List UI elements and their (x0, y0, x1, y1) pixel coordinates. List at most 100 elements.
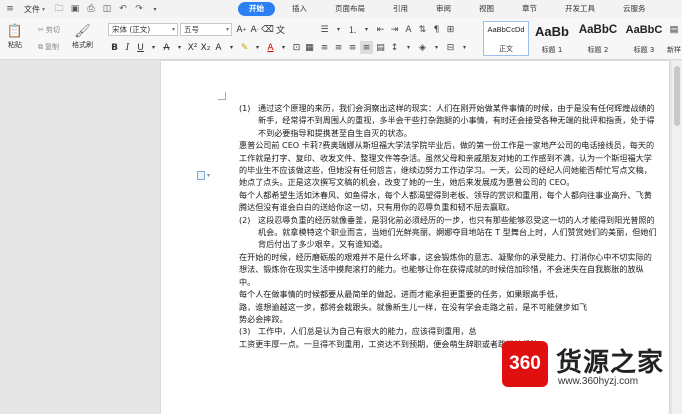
cut-button[interactable]: ✂ 剪切 (38, 25, 60, 35)
clear-format-icon[interactable]: ⌫ (261, 23, 274, 36)
ribbon: 📋 粘贴 ✂ 剪切 ⧉ 复制 🖌 格式刷 宋体 (正文) ▾ 五号 ▾ A + A- … (0, 18, 682, 60)
chevron-down-icon[interactable]: ▾ (402, 41, 415, 54)
paragraph: 惠普公司前 CEO 卡莉?费奥瑞娜从斯坦福大学法学院毕业后，做的第一份工作是一家… (239, 140, 655, 188)
font-color-icon[interactable]: A (264, 41, 277, 54)
style-heading-3[interactable]: AaBbC 标题 3 (621, 21, 667, 56)
line-spacing-icon[interactable]: ↕ (388, 41, 401, 54)
align-left-icon[interactable]: ≡ (318, 41, 331, 54)
chevron-down-icon[interactable]: ▾ (147, 41, 160, 54)
align-justify-icon[interactable]: ≡ (360, 41, 373, 54)
phonetic-icon[interactable]: 文 (274, 23, 287, 36)
bold-icon[interactable]: B (108, 41, 121, 54)
numbered-list-icon[interactable]: ⒈ (346, 23, 359, 36)
font-size-select[interactable]: 五号 ▾ (180, 23, 232, 36)
char-border-icon[interactable]: ⊡ (290, 41, 303, 54)
chevron-down-icon[interactable]: ▾ (277, 41, 290, 54)
borders-icon[interactable]: ⊟ (444, 41, 457, 54)
style-new[interactable]: ▤ 新样 (667, 21, 681, 56)
grow-font-icon[interactable]: A + (235, 23, 248, 36)
margin-marker (218, 92, 226, 100)
paste-icon: 📋 (6, 23, 24, 39)
subscript-icon[interactable]: X₂ (199, 41, 212, 54)
tab-insert[interactable]: 插入 (281, 2, 318, 16)
menu-icon[interactable]: ≡ (4, 3, 16, 15)
chevron-down-icon[interactable]: ▾ (149, 3, 161, 15)
quick-access: ≡ 文件 ▾ 🗀 ▣ ⎙ ◫ ↶ ↷ ▾ (0, 3, 161, 15)
style-preview: AaBb (535, 24, 569, 39)
paragraph: 路，谁想逾越这一步，都将会栽跟头。就像新生儿一样，在没有学会走路之前，是不可能健… (239, 301, 588, 312)
paste-button[interactable]: 📋 粘贴 (6, 22, 24, 50)
print-icon[interactable]: ⎙ (85, 3, 97, 15)
distributed-icon[interactable]: ▤ (374, 41, 387, 54)
format-painter-button[interactable]: 🖌 格式刷 (72, 22, 93, 50)
watermark-url: www.360hyzj.com (558, 376, 639, 387)
chevron-down-icon[interactable]: ▾ (251, 41, 264, 54)
format-painter-label: 格式刷 (72, 41, 93, 49)
tab-developer[interactable]: 开发工具 (554, 2, 606, 16)
chevron-down-icon[interactable]: ▾ (458, 41, 471, 54)
style-preview: ▤ (669, 24, 679, 34)
decrease-indent-icon[interactable]: ⇤ (374, 23, 387, 36)
highlight-icon[interactable]: ✎ (238, 41, 251, 54)
superscript-icon[interactable]: X² (186, 41, 199, 54)
strikethrough-icon[interactable]: A (160, 41, 173, 54)
align-right-icon[interactable]: ≡ (346, 41, 359, 54)
style-gallery: AaBbCcDd 正文 AaBb 标题 1 AaBbC 标题 2 AaBbC 标… (483, 21, 681, 56)
shrink-font-icon[interactable]: A- (248, 23, 261, 36)
paragraph: 在开始的时候，经历磨砺般的艰难并不是什么坏事，这会锻炼你的意志、凝聚你的承受能力… (239, 251, 652, 287)
scissors-icon: ✂ (38, 26, 44, 34)
style-name: 新样 (667, 46, 681, 54)
tab-cloud[interactable]: 云服务 (612, 2, 657, 16)
tab-view[interactable]: 视图 (468, 2, 505, 16)
list-item: (2) 这段忍辱负重的经历就像垂釜，是羽化前必须经历的一步，也只有那些能够忍受这… (239, 214, 659, 251)
tab-page-layout[interactable]: 页面布局 (324, 2, 376, 16)
font-format-row: B I U ▾ A ▾ X² X₂ A ▾ ✎ ▾ A ▾ ⊡ ▦ (108, 41, 316, 54)
cut-label: 剪切 (45, 26, 60, 34)
chevron-down-icon[interactable]: ▾ (225, 41, 238, 54)
paragraph: 每个人都希望生活如沐春风、如鱼得水，每个人都渴望得到老板、领导的赏识和重用，每个… (239, 189, 652, 213)
paragraph: 每个人在做事情的时候都要从最简单的做起，进而才能承担更重要的任务，如果眼高手低， (239, 289, 563, 300)
style-normal[interactable]: AaBbCcDd 正文 (483, 21, 529, 56)
bullet-list-icon[interactable]: ☰ (318, 23, 331, 36)
style-heading-1[interactable]: AaBb 标题 1 (529, 21, 575, 56)
open-icon[interactable]: 🗀 (53, 3, 65, 15)
paragraph-text: 通过这个原理的来历，我们会洞察出这样的现实：人们在刚开始做某件事情的时候，由于是… (258, 103, 655, 138)
underline-icon[interactable]: U (134, 41, 147, 54)
shading-icon[interactable]: ◈ (416, 41, 429, 54)
chevron-down-icon[interactable]: ▾ (430, 41, 443, 54)
sort-icon[interactable]: ⇅ (416, 23, 429, 36)
chevron-down-icon[interactable]: ▾ (207, 172, 210, 179)
font-name-select[interactable]: 宋体 (正文) ▾ (108, 23, 178, 36)
tab-references[interactable]: 引用 (382, 2, 419, 16)
font-size-value: 五号 (184, 25, 199, 34)
document-body[interactable]: (1) 通过这个原理的来历，我们会洞察出这样的现实：人们在刚开始做某件事情的时候… (239, 102, 659, 350)
save-icon[interactable]: ▣ (69, 3, 81, 15)
copy-button[interactable]: ⧉ 复制 (38, 42, 59, 52)
scrollbar-thumb[interactable] (674, 66, 680, 126)
chevron-down-icon[interactable]: ▾ (332, 23, 345, 36)
file-menu[interactable]: 文件 ▾ (20, 4, 49, 15)
undo-icon[interactable]: ↶ (117, 3, 129, 15)
tab-review[interactable]: 审阅 (425, 2, 462, 16)
table-icon[interactable]: ⊞ (444, 23, 457, 36)
tab-home[interactable]: 开始 (238, 2, 275, 16)
italic-icon[interactable]: I (121, 41, 134, 54)
show-marks-icon[interactable]: ¶ (430, 23, 443, 36)
chevron-down-icon[interactable]: ▾ (173, 41, 186, 54)
preview-icon[interactable]: ◫ (101, 3, 113, 15)
align-center-icon[interactable]: ≡ (332, 41, 345, 54)
chinese-layout-icon[interactable]: A (402, 23, 415, 36)
chevron-down-icon[interactable]: ▾ (360, 23, 373, 36)
increase-indent-icon[interactable]: ⇥ (388, 23, 401, 36)
chevron-down-icon: ▾ (171, 26, 175, 33)
tab-section[interactable]: 章节 (511, 2, 548, 16)
text-effect-icon[interactable]: A (212, 41, 225, 54)
watermark-title: 货源之家 (556, 348, 665, 378)
char-shading-icon[interactable]: ▦ (303, 41, 316, 54)
style-heading-2[interactable]: AaBbC 标题 2 (575, 21, 621, 56)
paragraph-text: 这段忍辱负重的经历就像垂釜，是羽化前必须经历的一步，也只有那些能够忍受这一切的人… (258, 214, 657, 250)
redo-icon[interactable]: ↷ (133, 3, 145, 15)
document-icon[interactable] (197, 171, 205, 180)
watermark-logo: 360 货源之家 www.360hyzj.com (502, 336, 682, 408)
style-preview: AaBbC (625, 24, 663, 36)
